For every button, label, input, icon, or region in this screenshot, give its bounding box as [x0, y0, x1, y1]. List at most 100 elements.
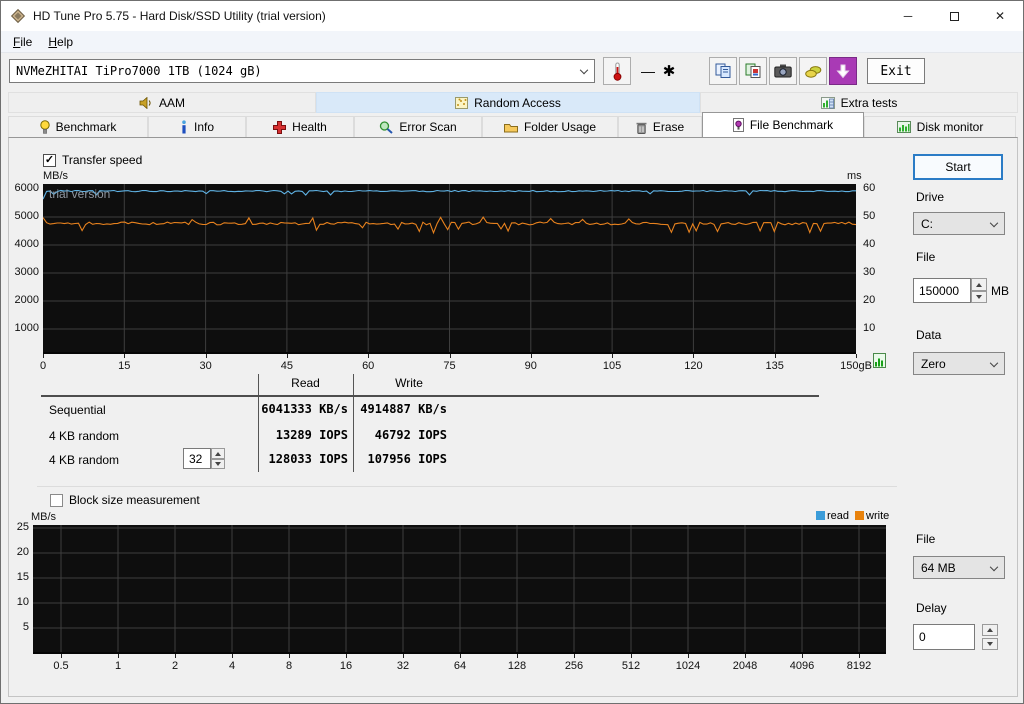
screenshot-button[interactable] — [769, 57, 797, 85]
col-header-write: Write — [395, 376, 423, 390]
tab-extra-tests[interactable]: Extra tests — [700, 92, 1018, 113]
update-button[interactable] — [829, 57, 857, 85]
monitor-bars-icon — [896, 121, 911, 133]
block-size-chart — [33, 525, 886, 654]
data-label: Data — [916, 328, 942, 342]
drive-select-value: C: — [921, 216, 933, 231]
sequential-write-value: 4914887 KB/s — [360, 402, 447, 416]
axis-tick — [61, 654, 62, 658]
delay-input[interactable]: 0 — [913, 624, 975, 650]
transfer-speed-label: Transfer speed — [62, 153, 143, 167]
axis-tick — [745, 654, 746, 658]
y2-tick-label: 20 — [16, 546, 29, 558]
checkbox-unchecked — [50, 493, 63, 507]
y-left-tick-label: 4000 — [14, 238, 39, 250]
spin-up-button[interactable] — [982, 624, 998, 636]
temperature-button[interactable] — [603, 57, 631, 85]
tab-benchmark[interactable]: Benchmark — [8, 116, 148, 137]
axis-tick — [856, 354, 857, 358]
block-file-select[interactable]: 64 MB — [913, 556, 1005, 579]
trash-icon — [636, 122, 647, 134]
y-right-tick-label: 20 — [863, 294, 876, 306]
tab-erase-label: Erase — [652, 120, 685, 134]
x-tick-label: 150gB — [840, 360, 872, 372]
y-right-tick-label: 40 — [863, 238, 876, 250]
transfer-speed-chart: trial version — [43, 184, 856, 354]
close-icon: ✕ — [994, 9, 1006, 23]
axis-tick — [124, 354, 126, 358]
random-qd-write-value: 107956 IOPS — [367, 452, 447, 466]
file-size-input[interactable]: 150000 — [913, 278, 971, 303]
x2-tick-label: 64 — [453, 660, 467, 672]
scatter-icon — [455, 96, 469, 109]
x2-tick-label: 8 — [285, 660, 293, 672]
tab-disk-monitor[interactable]: Disk monitor — [864, 116, 1016, 137]
tab-file-benchmark[interactable]: File Benchmark — [702, 112, 864, 137]
drive-label: Drive — [916, 190, 945, 204]
tab-health[interactable]: Health — [246, 116, 354, 137]
block-file-value: 64 MB — [921, 560, 956, 575]
y-left-tick-label: 6000 — [14, 182, 39, 194]
x-tick-label: 135 — [765, 360, 784, 372]
start-button[interactable]: Start — [913, 154, 1003, 180]
x2-tick-label: 1024 — [675, 660, 701, 672]
transfer-speed-checkbox[interactable]: ✓ Transfer speed — [43, 153, 142, 167]
delay-spinner — [982, 624, 998, 650]
tab-benchmark-label: Benchmark — [55, 120, 117, 134]
exit-button[interactable]: Exit — [867, 58, 925, 84]
copy-text-button[interactable] — [709, 57, 737, 85]
spin-down-button[interactable] — [982, 638, 998, 650]
axis-tick — [802, 654, 803, 658]
exit-button-label: Exit — [880, 63, 912, 79]
x-tick-label: 90 — [524, 360, 537, 372]
y-left-tick-label: 3000 — [14, 266, 39, 278]
buy-button[interactable] — [799, 57, 827, 85]
legend-read-label: read — [827, 510, 850, 522]
maximize-button[interactable] — [931, 1, 977, 31]
tab-info[interactable]: Info — [148, 116, 246, 137]
y-right-tick-label: 10 — [863, 322, 876, 334]
drive-select[interactable]: C: — [913, 212, 1005, 235]
x-tick-label: 120 — [684, 360, 703, 372]
copy-image-button[interactable] — [739, 57, 767, 85]
arrow-up-icon — [976, 282, 982, 287]
axis-tick — [774, 354, 776, 358]
x-tick-label: 60 — [362, 360, 375, 372]
menu-help[interactable]: Help — [40, 33, 81, 51]
tab-info-label: Info — [193, 120, 214, 134]
download-arrow-icon — [836, 64, 850, 78]
axis-tick — [631, 654, 632, 658]
tab-erase[interactable]: Erase — [618, 116, 702, 137]
tab-folder-usage[interactable]: Folder Usage — [482, 116, 618, 137]
read-swatch — [816, 511, 825, 520]
tab-health-label: Health — [292, 120, 327, 134]
minimize-button[interactable]: ─ — [885, 1, 931, 31]
menu-file[interactable]: File — [5, 33, 40, 51]
axis-tick — [574, 654, 575, 658]
arrow-up-icon — [987, 628, 993, 632]
close-button[interactable]: ✕ — [977, 1, 1023, 31]
tab-aam[interactable]: AAM — [8, 92, 316, 113]
tab-error-scan-label: Error Scan — [399, 120, 457, 134]
tab-random-access[interactable]: Random Access — [316, 92, 700, 113]
y2-unit: MB/s — [31, 511, 57, 523]
device-select-value: NVMeZHITAI TiPro7000 1TB (1024 gB) — [16, 64, 262, 78]
x2-tick-label: 2048 — [732, 660, 758, 672]
coins-icon — [804, 65, 821, 78]
tab-error-scan[interactable]: Error Scan — [354, 116, 482, 137]
data-pattern-select[interactable]: Zero — [913, 352, 1005, 375]
block-size-checkbox[interactable]: Block size measurement — [50, 493, 200, 507]
spin-up-button[interactable] — [971, 278, 987, 291]
axis-tick — [530, 354, 532, 358]
x-tick-label: 0 — [39, 360, 47, 372]
axis-tick — [460, 654, 461, 658]
spin-down-button[interactable] — [971, 291, 987, 303]
y2-tick-label: 5 — [22, 621, 29, 633]
menu-bar: File Help — [1, 31, 1023, 53]
file-size-value: 150000 — [919, 283, 960, 298]
y-right-tick-label: 50 — [863, 210, 876, 222]
row-label-sequential: Sequential — [49, 403, 106, 417]
device-select[interactable]: NVMeZHITAI TiPro7000 1TB (1024 gB) — [9, 59, 595, 83]
row-label-4kb-random: 4 KB random — [49, 429, 120, 443]
axis-tick — [118, 654, 119, 658]
